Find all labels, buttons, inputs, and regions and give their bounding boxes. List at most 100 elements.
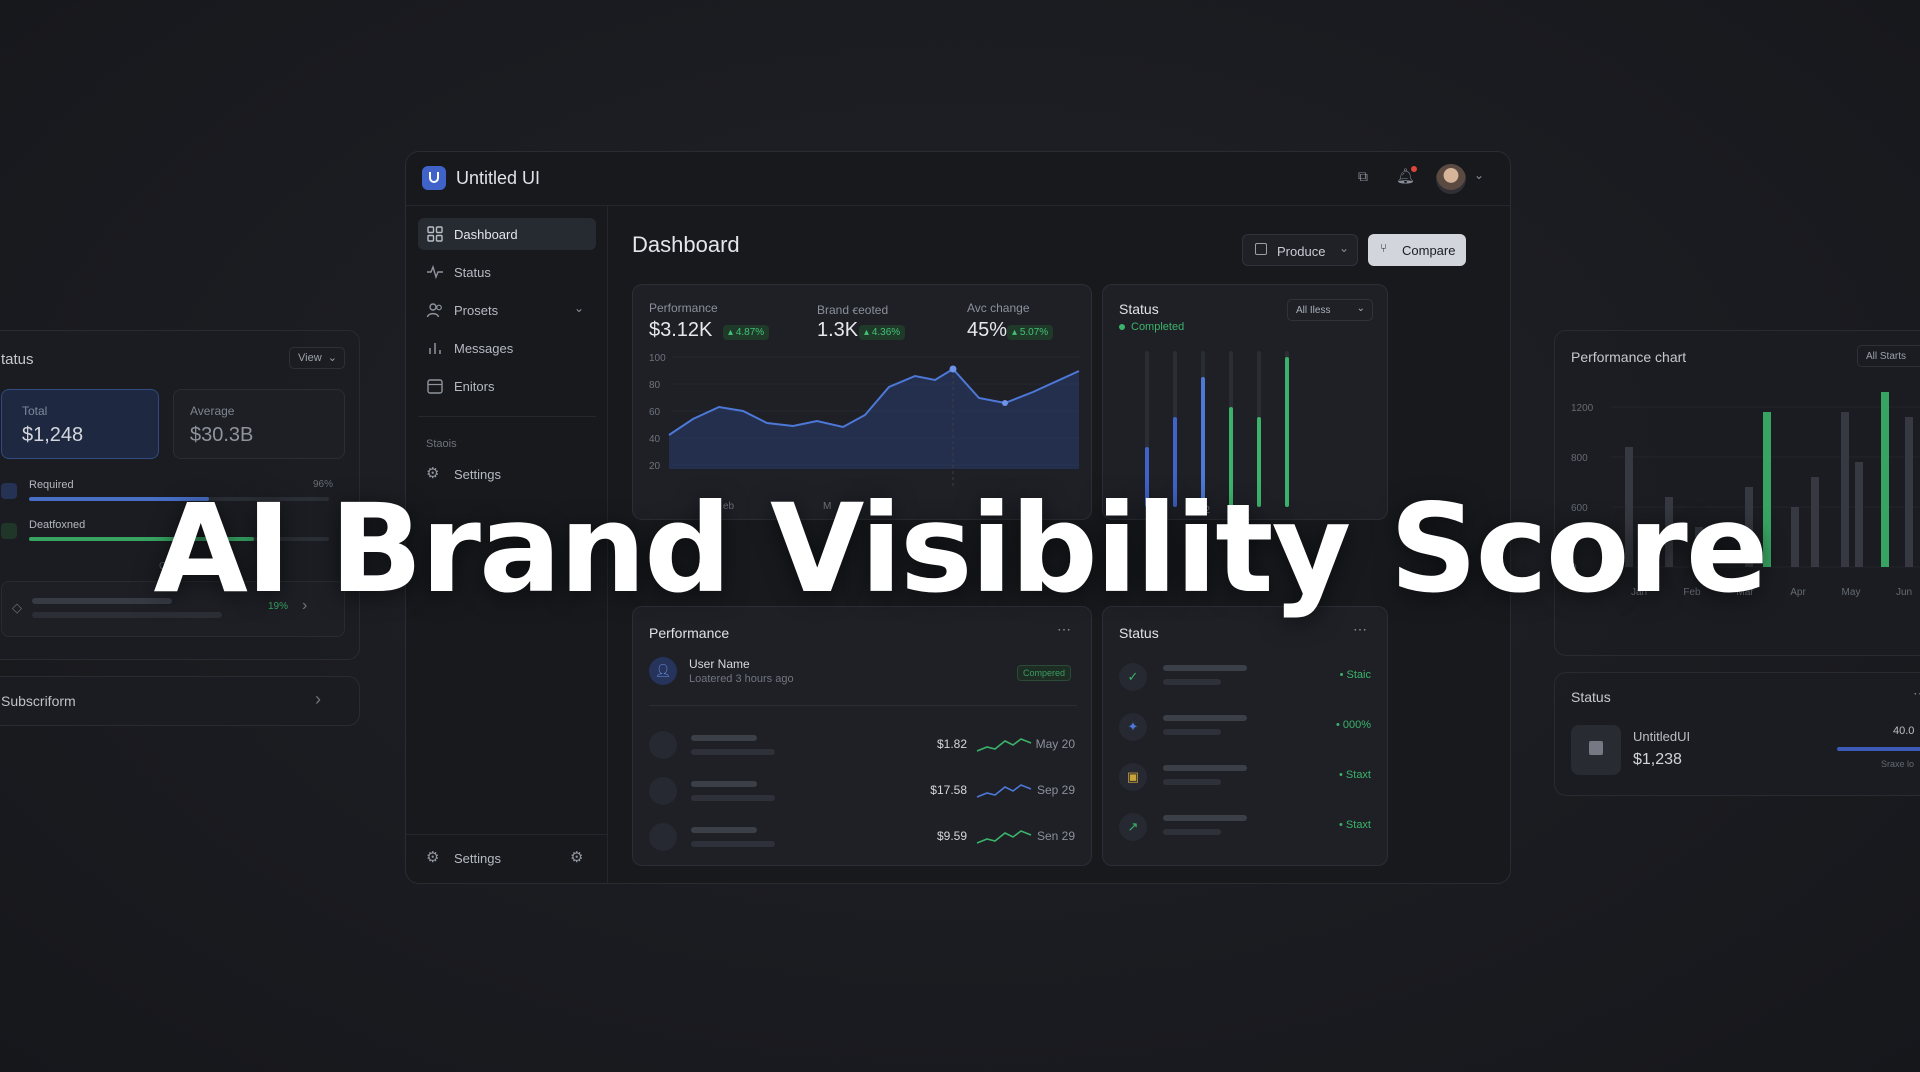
left-panel-title: tatus xyxy=(1,351,34,368)
more-dots-icon[interactable]: ⋯ xyxy=(1057,621,1071,638)
calendar-icon xyxy=(427,379,443,394)
stat-label-performance: Performance xyxy=(649,301,718,315)
sidebar-item-prosets[interactable]: Prosets ⌄ xyxy=(418,294,596,326)
row-amount: $9.59 xyxy=(936,829,967,843)
stat-value-performance: $3.12K xyxy=(649,319,713,341)
sparkline xyxy=(976,784,1032,798)
table-row[interactable]: $1.82 May 20 xyxy=(633,725,1093,765)
list-item[interactable]: ✦ • 000% xyxy=(1103,707,1389,747)
chat-icon[interactable]: ⧉ xyxy=(1358,168,1368,185)
completed-badge: Compered xyxy=(1017,665,1072,681)
sidebar-item-status[interactable]: Status xyxy=(418,256,596,288)
row-line-primary xyxy=(1163,715,1247,721)
average-card[interactable]: Average $30.3B xyxy=(173,389,345,459)
status-card-title: Status xyxy=(1119,301,1159,317)
legend-label: Completed xyxy=(1131,321,1185,333)
stat-change-text: 4.87% xyxy=(735,327,765,338)
gear-icon[interactable]: ⚙ xyxy=(570,848,583,866)
row-line-primary xyxy=(691,827,757,833)
row-line-primary xyxy=(691,735,757,741)
row-line-secondary xyxy=(691,749,775,755)
table-row[interactable]: $9.59 Sen 29 xyxy=(633,817,1093,857)
sidebar-section-label: Staois xyxy=(426,438,457,450)
notification-dot xyxy=(1411,166,1417,172)
user-name: User Name xyxy=(689,657,750,671)
external-icon: ↗ xyxy=(1119,813,1147,841)
page-title: Dashboard xyxy=(632,232,740,257)
compare-label: Compare xyxy=(1402,243,1456,258)
chevron-down-icon: ⌄ xyxy=(1356,303,1365,314)
right-status-name: UntitledUI xyxy=(1633,729,1691,744)
right-status-title: Status xyxy=(1571,689,1611,705)
y-tick-label: 80 xyxy=(649,380,661,391)
sidebar-item-dashboard[interactable]: Dashboard xyxy=(418,218,596,250)
calendar-icon xyxy=(649,777,677,805)
sidebar-item-enitors[interactable]: Enitors xyxy=(418,370,596,402)
sidebar-footer-settings[interactable]: ⚙ Settings ⚙ xyxy=(418,842,596,874)
view-dropdown[interactable]: View ⌄ xyxy=(289,347,345,369)
stat-value-brand: 1.3K xyxy=(817,319,859,341)
status-value: • Staic xyxy=(1339,669,1371,681)
calendar-icon xyxy=(1255,243,1267,255)
right-status-bar xyxy=(1837,747,1920,751)
user-meta: Loatered 3 hours ago xyxy=(689,673,794,685)
row-amount: $1.82 xyxy=(936,737,967,751)
row-line-primary xyxy=(691,781,757,787)
sidebar-footer-label: Settings xyxy=(454,851,501,866)
sidebar-item-label: Prosets xyxy=(454,303,499,318)
sparkline xyxy=(976,830,1032,844)
avatar[interactable] xyxy=(1436,164,1466,194)
sparkle-icon: ✦ xyxy=(1119,713,1147,741)
sidebar-item-label: Status xyxy=(454,265,491,280)
more-dots-icon[interactable]: ⋯ xyxy=(1913,685,1920,702)
calendar-icon xyxy=(649,731,677,759)
data-point xyxy=(1002,400,1008,406)
right-status-card: Status ⋯ UntitledUI $1,238 40.0 Sraxe lo xyxy=(1554,672,1920,796)
row-date: Sep 29 xyxy=(1036,783,1075,797)
row-line-primary xyxy=(1163,815,1247,821)
compare-button[interactable]: ⑂ Compare xyxy=(1368,234,1466,266)
performance-list-card: Performance ⋯ 👤︎ User Name Loatered 3 ho… xyxy=(632,606,1092,866)
list-item[interactable]: ✓ • Staic xyxy=(1103,657,1389,697)
produce-label: Produce xyxy=(1277,244,1326,259)
gear-icon: ⚙ xyxy=(426,849,440,866)
hover-point xyxy=(949,365,957,373)
chevron-down-icon: ⌄ xyxy=(574,301,585,315)
subscription-card[interactable]: Subscriform › xyxy=(0,676,360,726)
sparkline-path xyxy=(976,784,1032,798)
row-line-secondary xyxy=(691,795,775,801)
list-item[interactable]: ↗ • Staxt xyxy=(1103,807,1389,847)
app-name: Untitled UI xyxy=(456,168,541,188)
overlay-title: AI Brand Visibility Score xyxy=(153,478,1769,620)
sidebar-item-messages[interactable]: Messages xyxy=(418,332,596,364)
chevron-right-icon: › xyxy=(315,689,321,709)
total-card[interactable]: Total $1,248 xyxy=(1,389,159,459)
list-item[interactable]: ▣ • Staxt xyxy=(1103,757,1389,797)
produce-dropdown[interactable]: Produce ⌄ xyxy=(1242,234,1358,266)
right-status-sub: Sraxe lo xyxy=(1881,759,1915,769)
row-line-secondary xyxy=(1163,729,1221,735)
total-value: $1,248 xyxy=(22,424,84,446)
table-row[interactable]: $17.58 Sep 29 xyxy=(633,771,1093,811)
stat-change-performance: ▴ 4.87% xyxy=(723,325,770,340)
sidebar-footer-divider xyxy=(406,834,608,835)
performance-chart-title: Performance chart xyxy=(1571,349,1687,365)
row-line-secondary xyxy=(1163,829,1221,835)
status-list-title: Status xyxy=(1119,625,1159,641)
right-status-amount: $1,238 xyxy=(1633,751,1682,768)
app-square-icon xyxy=(1571,725,1621,775)
chevron-down-icon[interactable]: ⌄ xyxy=(1474,168,1484,182)
y-tick-label: 20 xyxy=(649,461,661,472)
app-logo-icon xyxy=(422,166,446,190)
right-status-value: 40.0 xyxy=(1893,725,1915,737)
performance-list-title: Performance xyxy=(649,625,730,641)
y-tick-label: 40 xyxy=(649,434,661,445)
all-starts-dropdown[interactable]: All Starts xyxy=(1857,345,1920,367)
users-icon xyxy=(426,303,442,318)
sidebar-item-label: Dashboard xyxy=(454,227,518,242)
status-filter-dropdown[interactable]: All Iless ⌄ xyxy=(1287,299,1373,321)
status-list-card: Status ⋯ ✓ • Staic ✦ • 000% ▣ • Staxt ↗ … xyxy=(1102,606,1388,866)
more-dots-icon[interactable]: ⋯ xyxy=(1353,621,1367,638)
grid-icon xyxy=(427,226,443,242)
stat-label-avg-change: Avc change xyxy=(967,301,1030,315)
